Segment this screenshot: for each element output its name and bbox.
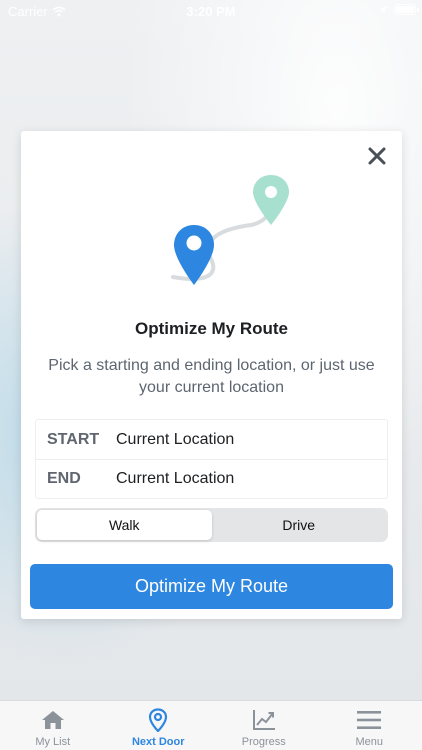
tab-my-list-label: My List — [35, 736, 71, 748]
close-icon — [368, 147, 386, 165]
tab-next-door-label: Next Door — [131, 736, 185, 748]
end-location-value: Current Location — [116, 470, 235, 487]
battery-icon — [394, 4, 419, 15]
end-pin-icon — [253, 175, 289, 225]
trend-chart-icon — [252, 710, 275, 730]
location-arrow-icon — [379, 5, 387, 14]
tab-bar: My List Next Door Progress Menu — [0, 700, 422, 750]
status-bar: Carrier 3:20 PM — [0, 0, 422, 22]
status-right — [378, 4, 419, 15]
start-location-row[interactable]: START Current Location — [36, 420, 387, 459]
walk-segment[interactable]: Walk — [37, 510, 212, 540]
clock: 3:20 PM — [186, 4, 236, 19]
home-icon — [41, 711, 64, 729]
tab-progress[interactable]: Progress — [211, 701, 317, 750]
tab-next-door[interactable]: Next Door — [106, 701, 212, 750]
close-button[interactable] — [366, 145, 388, 167]
optimize-route-button[interactable]: Optimize My Route — [30, 564, 393, 609]
optimize-route-modal: Optimize My Route Pick a starting and en… — [21, 131, 402, 619]
tab-menu[interactable]: Menu — [317, 701, 422, 750]
start-label: START — [47, 430, 100, 448]
route-illustration — [171, 175, 289, 285]
end-location-row[interactable]: END Current Location — [36, 459, 387, 498]
drive-segment[interactable]: Drive — [212, 510, 387, 540]
tab-my-list[interactable]: My List — [0, 701, 106, 750]
travel-mode-control: Walk Drive — [35, 508, 388, 542]
end-label: END — [47, 470, 81, 487]
modal-title: Optimize My Route — [134, 319, 288, 338]
start-location-value: Current Location — [116, 430, 235, 448]
menu-icon — [357, 711, 382, 729]
tab-menu-label: Menu — [355, 736, 384, 748]
tab-progress-label: Progress — [241, 736, 286, 748]
location-pin-icon — [149, 708, 168, 732]
modal-subtitle: Pick a starting and ending location, or … — [48, 357, 375, 396]
location-list: START Current Location END Current Locat… — [35, 419, 388, 499]
